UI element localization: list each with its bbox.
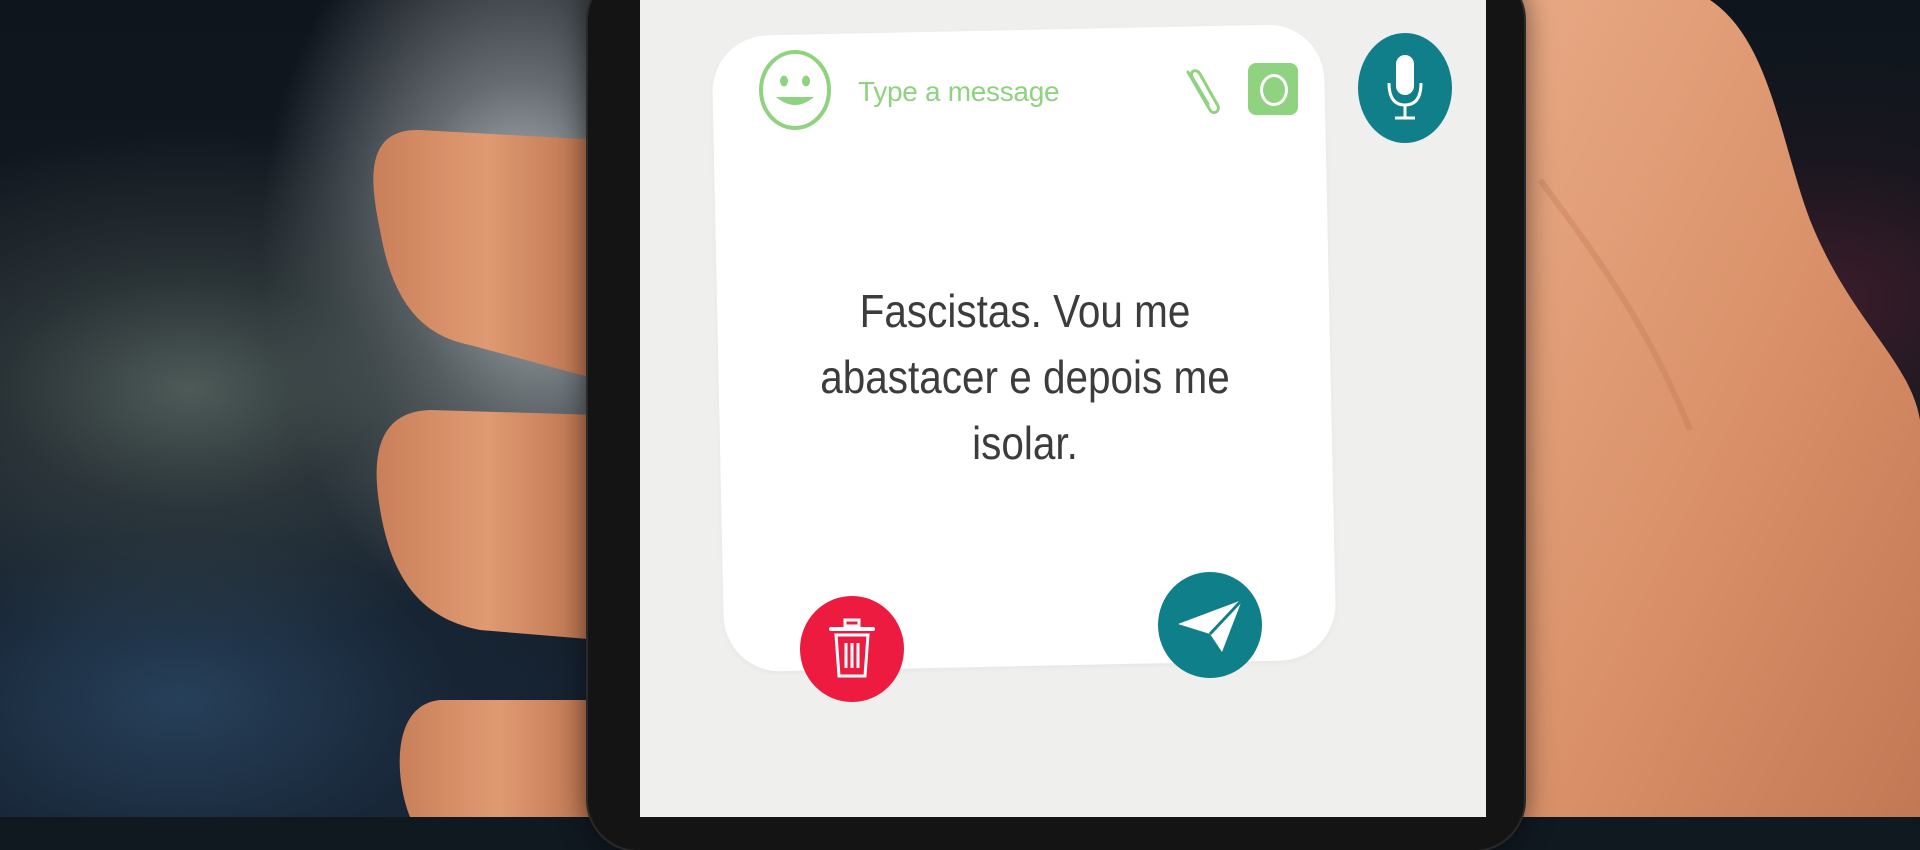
delete-button[interactable] xyxy=(800,596,904,702)
left-fingers xyxy=(373,129,600,817)
message-text: Fascistas. Vou me abastacer e depois me … xyxy=(820,285,1230,469)
paperclip-icon[interactable] xyxy=(1180,62,1226,118)
message-input-placeholder[interactable]: Type a message xyxy=(858,76,1060,108)
paper-plane-icon xyxy=(1178,598,1244,652)
send-button[interactable] xyxy=(1158,572,1262,678)
camera-icon[interactable] xyxy=(1248,63,1298,115)
right-hand xyxy=(1520,0,1920,817)
camera-lens xyxy=(1260,74,1288,106)
smiley-face-icon[interactable] xyxy=(758,49,832,131)
microphone-button[interactable] xyxy=(1358,33,1452,143)
microphone-icon xyxy=(1387,55,1423,120)
trash-icon xyxy=(829,618,875,678)
